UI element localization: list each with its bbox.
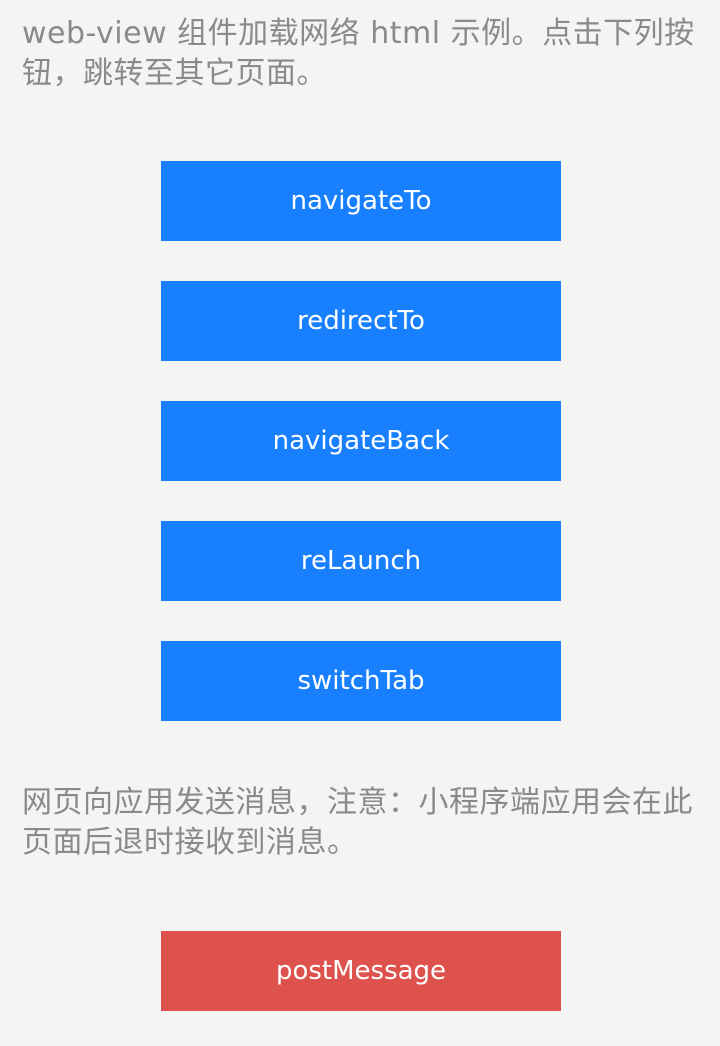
message-text: 网页向应用发送消息，注意：小程序端应用会在此页面后退时接收到消息。 [22,785,693,860]
redirect-to-button[interactable]: redirectTo [161,281,561,361]
relaunch-button[interactable]: reLaunch [161,521,561,601]
navigate-to-button[interactable]: navigateTo [161,161,561,241]
intro-text: web-view 组件加载网络 html 示例。点击下列按钮，跳转至其它页面。 [22,16,695,91]
switch-tab-button[interactable]: switchTab [161,641,561,721]
navigate-back-button[interactable]: navigateBack [161,401,561,481]
post-message-button[interactable]: postMessage [161,931,561,1011]
